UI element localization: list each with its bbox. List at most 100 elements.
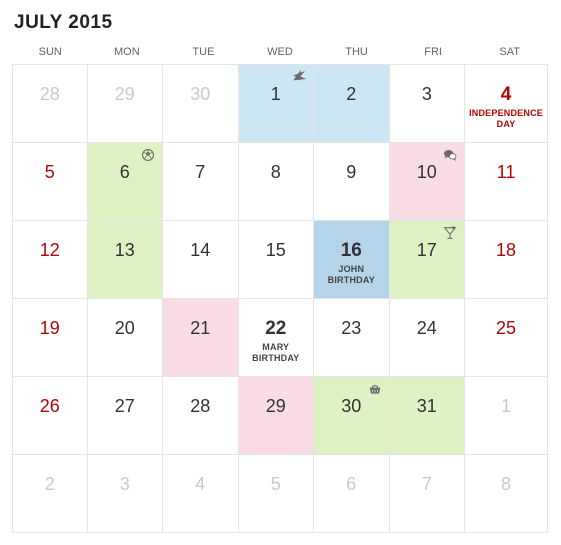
- day-number: 17: [394, 241, 461, 259]
- day-number: 8: [243, 163, 310, 181]
- day-number: 9: [318, 163, 385, 181]
- day-cell[interactable]: 30: [314, 377, 390, 455]
- day-cell[interactable]: 26: [12, 377, 88, 455]
- day-number: 16: [318, 241, 385, 260]
- day-cell[interactable]: 18: [465, 221, 548, 299]
- day-cell[interactable]: 2: [12, 455, 88, 533]
- day-number: 2: [17, 475, 83, 493]
- day-cell[interactable]: 6: [88, 143, 164, 221]
- day-number: 12: [17, 241, 83, 259]
- day-cell[interactable]: 3: [88, 455, 164, 533]
- day-cell[interactable]: 27: [88, 377, 164, 455]
- day-number: 22: [243, 319, 310, 338]
- day-cell[interactable]: 17: [390, 221, 466, 299]
- day-number: 20: [92, 319, 159, 337]
- day-cell[interactable]: 29: [239, 377, 315, 455]
- day-cell[interactable]: 24: [390, 299, 466, 377]
- airplane-icon: [291, 69, 307, 85]
- day-cell[interactable]: 7: [390, 455, 466, 533]
- day-number: 6: [92, 163, 159, 181]
- day-cell[interactable]: 21: [163, 299, 239, 377]
- day-cell[interactable]: 23: [314, 299, 390, 377]
- day-number: 27: [92, 397, 159, 415]
- day-cell[interactable]: 3: [390, 65, 466, 143]
- day-number: 6: [318, 475, 385, 493]
- day-event-label: INDEPENDENCE DAY: [469, 108, 543, 131]
- day-number: 1: [469, 397, 543, 415]
- day-cell[interactable]: 5: [239, 455, 315, 533]
- day-number: 14: [167, 241, 234, 259]
- day-number: 19: [17, 319, 83, 337]
- weekday-header: WED: [242, 40, 319, 64]
- day-cell[interactable]: 31: [390, 377, 466, 455]
- day-number: 25: [469, 319, 543, 337]
- day-cell[interactable]: 30: [163, 65, 239, 143]
- day-cell[interactable]: 4: [163, 455, 239, 533]
- day-cell[interactable]: 7: [163, 143, 239, 221]
- day-number: 29: [92, 85, 159, 103]
- chat-icon: [442, 147, 458, 163]
- soccer-icon: [140, 147, 156, 163]
- calendar-grid: 2829301234INDEPENDENCE DAY56789101112131…: [12, 65, 548, 533]
- day-event-label: JOHN BIRTHDAY: [318, 264, 385, 287]
- day-number: 18: [469, 241, 543, 259]
- day-number: 15: [243, 241, 310, 259]
- day-cell[interactable]: 9: [314, 143, 390, 221]
- day-cell[interactable]: 6: [314, 455, 390, 533]
- day-cell[interactable]: 16 JOHN BIRTHDAY: [314, 221, 390, 299]
- calendar-title: JULY 2015: [14, 12, 548, 34]
- day-number: 1: [243, 85, 310, 103]
- weekday-header: TUE: [165, 40, 242, 64]
- weekday-header: SUN: [12, 40, 89, 64]
- day-number: 10: [394, 163, 461, 181]
- basket-icon: [367, 381, 383, 397]
- day-number: 5: [243, 475, 310, 493]
- day-cell[interactable]: 29: [88, 65, 164, 143]
- day-number: 24: [394, 319, 461, 337]
- day-number: 8: [469, 475, 543, 493]
- day-number: 3: [92, 475, 159, 493]
- weekday-header-row: SUNMONTUEWEDTHUFRISAT: [12, 40, 548, 65]
- day-number: 28: [17, 85, 83, 103]
- day-cell[interactable]: 25: [465, 299, 548, 377]
- day-cell[interactable]: 1: [239, 65, 315, 143]
- weekday-header: MON: [89, 40, 166, 64]
- day-cell[interactable]: 5: [12, 143, 88, 221]
- day-cell[interactable]: 8: [465, 455, 548, 533]
- day-number: 4: [167, 475, 234, 493]
- day-number: 30: [318, 397, 385, 415]
- cocktail-icon: [442, 225, 458, 241]
- day-cell[interactable]: 10: [390, 143, 466, 221]
- day-number: 23: [318, 319, 385, 337]
- day-cell[interactable]: 14: [163, 221, 239, 299]
- day-cell[interactable]: 11: [465, 143, 548, 221]
- day-cell[interactable]: 20: [88, 299, 164, 377]
- day-number: 13: [92, 241, 159, 259]
- day-number: 21: [167, 319, 234, 337]
- day-number: 29: [243, 397, 310, 415]
- day-cell[interactable]: 12: [12, 221, 88, 299]
- day-number: 11: [469, 163, 543, 181]
- day-number: 7: [167, 163, 234, 181]
- day-cell[interactable]: 22 MARY BIRTHDAY: [239, 299, 315, 377]
- weekday-header: FRI: [395, 40, 472, 64]
- day-cell[interactable]: 28: [163, 377, 239, 455]
- day-number: 7: [394, 475, 461, 493]
- day-cell[interactable]: 28: [12, 65, 88, 143]
- calendar: JULY 2015 SUNMONTUEWEDTHUFRISAT 28293012…: [12, 12, 548, 533]
- day-cell[interactable]: 4 INDEPENDENCE DAY: [465, 65, 548, 143]
- day-cell[interactable]: 13: [88, 221, 164, 299]
- day-number: 28: [167, 397, 234, 415]
- day-cell[interactable]: 1: [465, 377, 548, 455]
- day-cell[interactable]: 8: [239, 143, 315, 221]
- day-event-label: MARY BIRTHDAY: [243, 342, 310, 365]
- day-number: 3: [394, 85, 461, 103]
- day-number: 2: [318, 85, 385, 103]
- day-cell[interactable]: 2: [314, 65, 390, 143]
- day-number: 4: [469, 85, 543, 104]
- day-cell[interactable]: 19: [12, 299, 88, 377]
- day-cell[interactable]: 15: [239, 221, 315, 299]
- day-number: 5: [17, 163, 83, 181]
- day-number: 26: [17, 397, 83, 415]
- day-number: 30: [167, 85, 234, 103]
